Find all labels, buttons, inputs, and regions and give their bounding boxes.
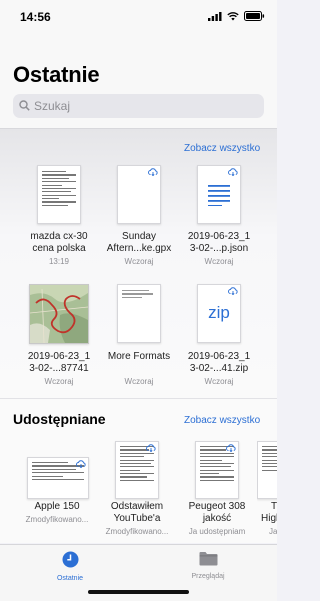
file-date: 13:19 [48,257,70,266]
file-name: THigh [261,501,277,524]
file-thumbnail [195,441,239,499]
tab-browse-label: Przeglądaj [191,573,225,580]
cloud-download-icon [228,168,238,176]
tab-recents-label: Ostatnie [56,575,84,582]
battery-icon [244,11,265,21]
file-name: Odstawiłem YouTube'a [110,501,164,524]
search-input[interactable]: Szukaj [13,94,264,118]
search-placeholder: Szukaj [34,99,71,113]
search-icon [19,100,30,111]
file-date: Wczoraj [44,377,74,386]
file-name: 2019-06-23_1 3-02-...87741 [27,351,91,374]
folder-icon [199,552,217,566]
file-date: Wczoraj [124,257,154,266]
tab-browse[interactable]: Przeglądaj [163,551,253,580]
file-thumbnail [197,165,241,224]
shared-title: Udostępniane [13,411,106,427]
status-time: 14:56 [20,10,51,24]
file-name: Peugeot 308 jakość [188,501,246,524]
header: Ostatnie Szukaj [0,32,277,129]
file-name: Apple 150 [34,501,80,512]
file-thumbnail [115,441,159,499]
see-all-shared-link[interactable]: Zobacz wszystko [184,415,260,426]
file-date: Wczoraj [204,377,234,386]
text-lines-icon [208,185,230,206]
wifi-icon [227,11,239,20]
file-name: More Formats [107,351,171,362]
cloud-download-icon [148,168,158,176]
map-thumbnail [29,284,89,344]
file-date: Wczoraj [124,377,154,386]
status-bar: 14:56 [0,0,277,32]
file-name: Sunday Aftern...ke.gpx [106,231,172,254]
file-name: mazda cx-30 cena polska [30,231,88,254]
file-thumbnail [117,284,161,343]
see-all-recent-link[interactable]: Zobacz wszystko [184,143,260,154]
cloud-download-icon [226,444,236,452]
route-map-image [30,285,88,343]
file-modified: Ja [269,527,277,536]
zip-label: zip [208,303,230,322]
file-thumbnail [117,165,161,224]
file-name: 2019-06-23_1 3-02-...p.json [187,231,251,254]
tab-recents[interactable]: Ostatnie [25,551,115,582]
file-modified: Zmodyfikowano... [25,515,89,524]
recent-section: Zobacz wszystko mazda cx-30 cena polska 1… [0,129,277,398]
shared-file-item-partial[interactable]: THigh Ja [257,437,277,543]
shared-section: Udostępniane Zobacz wszystko Apple 150 Z… [0,398,277,543]
home-indicator [88,590,189,594]
cloud-download-icon [228,287,238,295]
cloud-download-icon [146,444,156,452]
cloud-download-icon [76,460,86,468]
file-modified: Zmodyfikowano... [105,527,169,536]
file-thumbnail [27,457,89,499]
file-thumbnail [257,441,277,499]
file-date: Wczoraj [204,257,234,266]
file-thumbnail [37,165,81,224]
status-icons [208,11,265,21]
file-name: 2019-06-23_1 3-02-...41.zip [187,351,251,374]
signal-icon [208,11,222,21]
file-modified: Ja udostępniam [188,527,246,536]
file-thumbnail: zip [197,284,241,343]
clock-icon [62,551,78,568]
page-title: Ostatnie [13,62,100,87]
